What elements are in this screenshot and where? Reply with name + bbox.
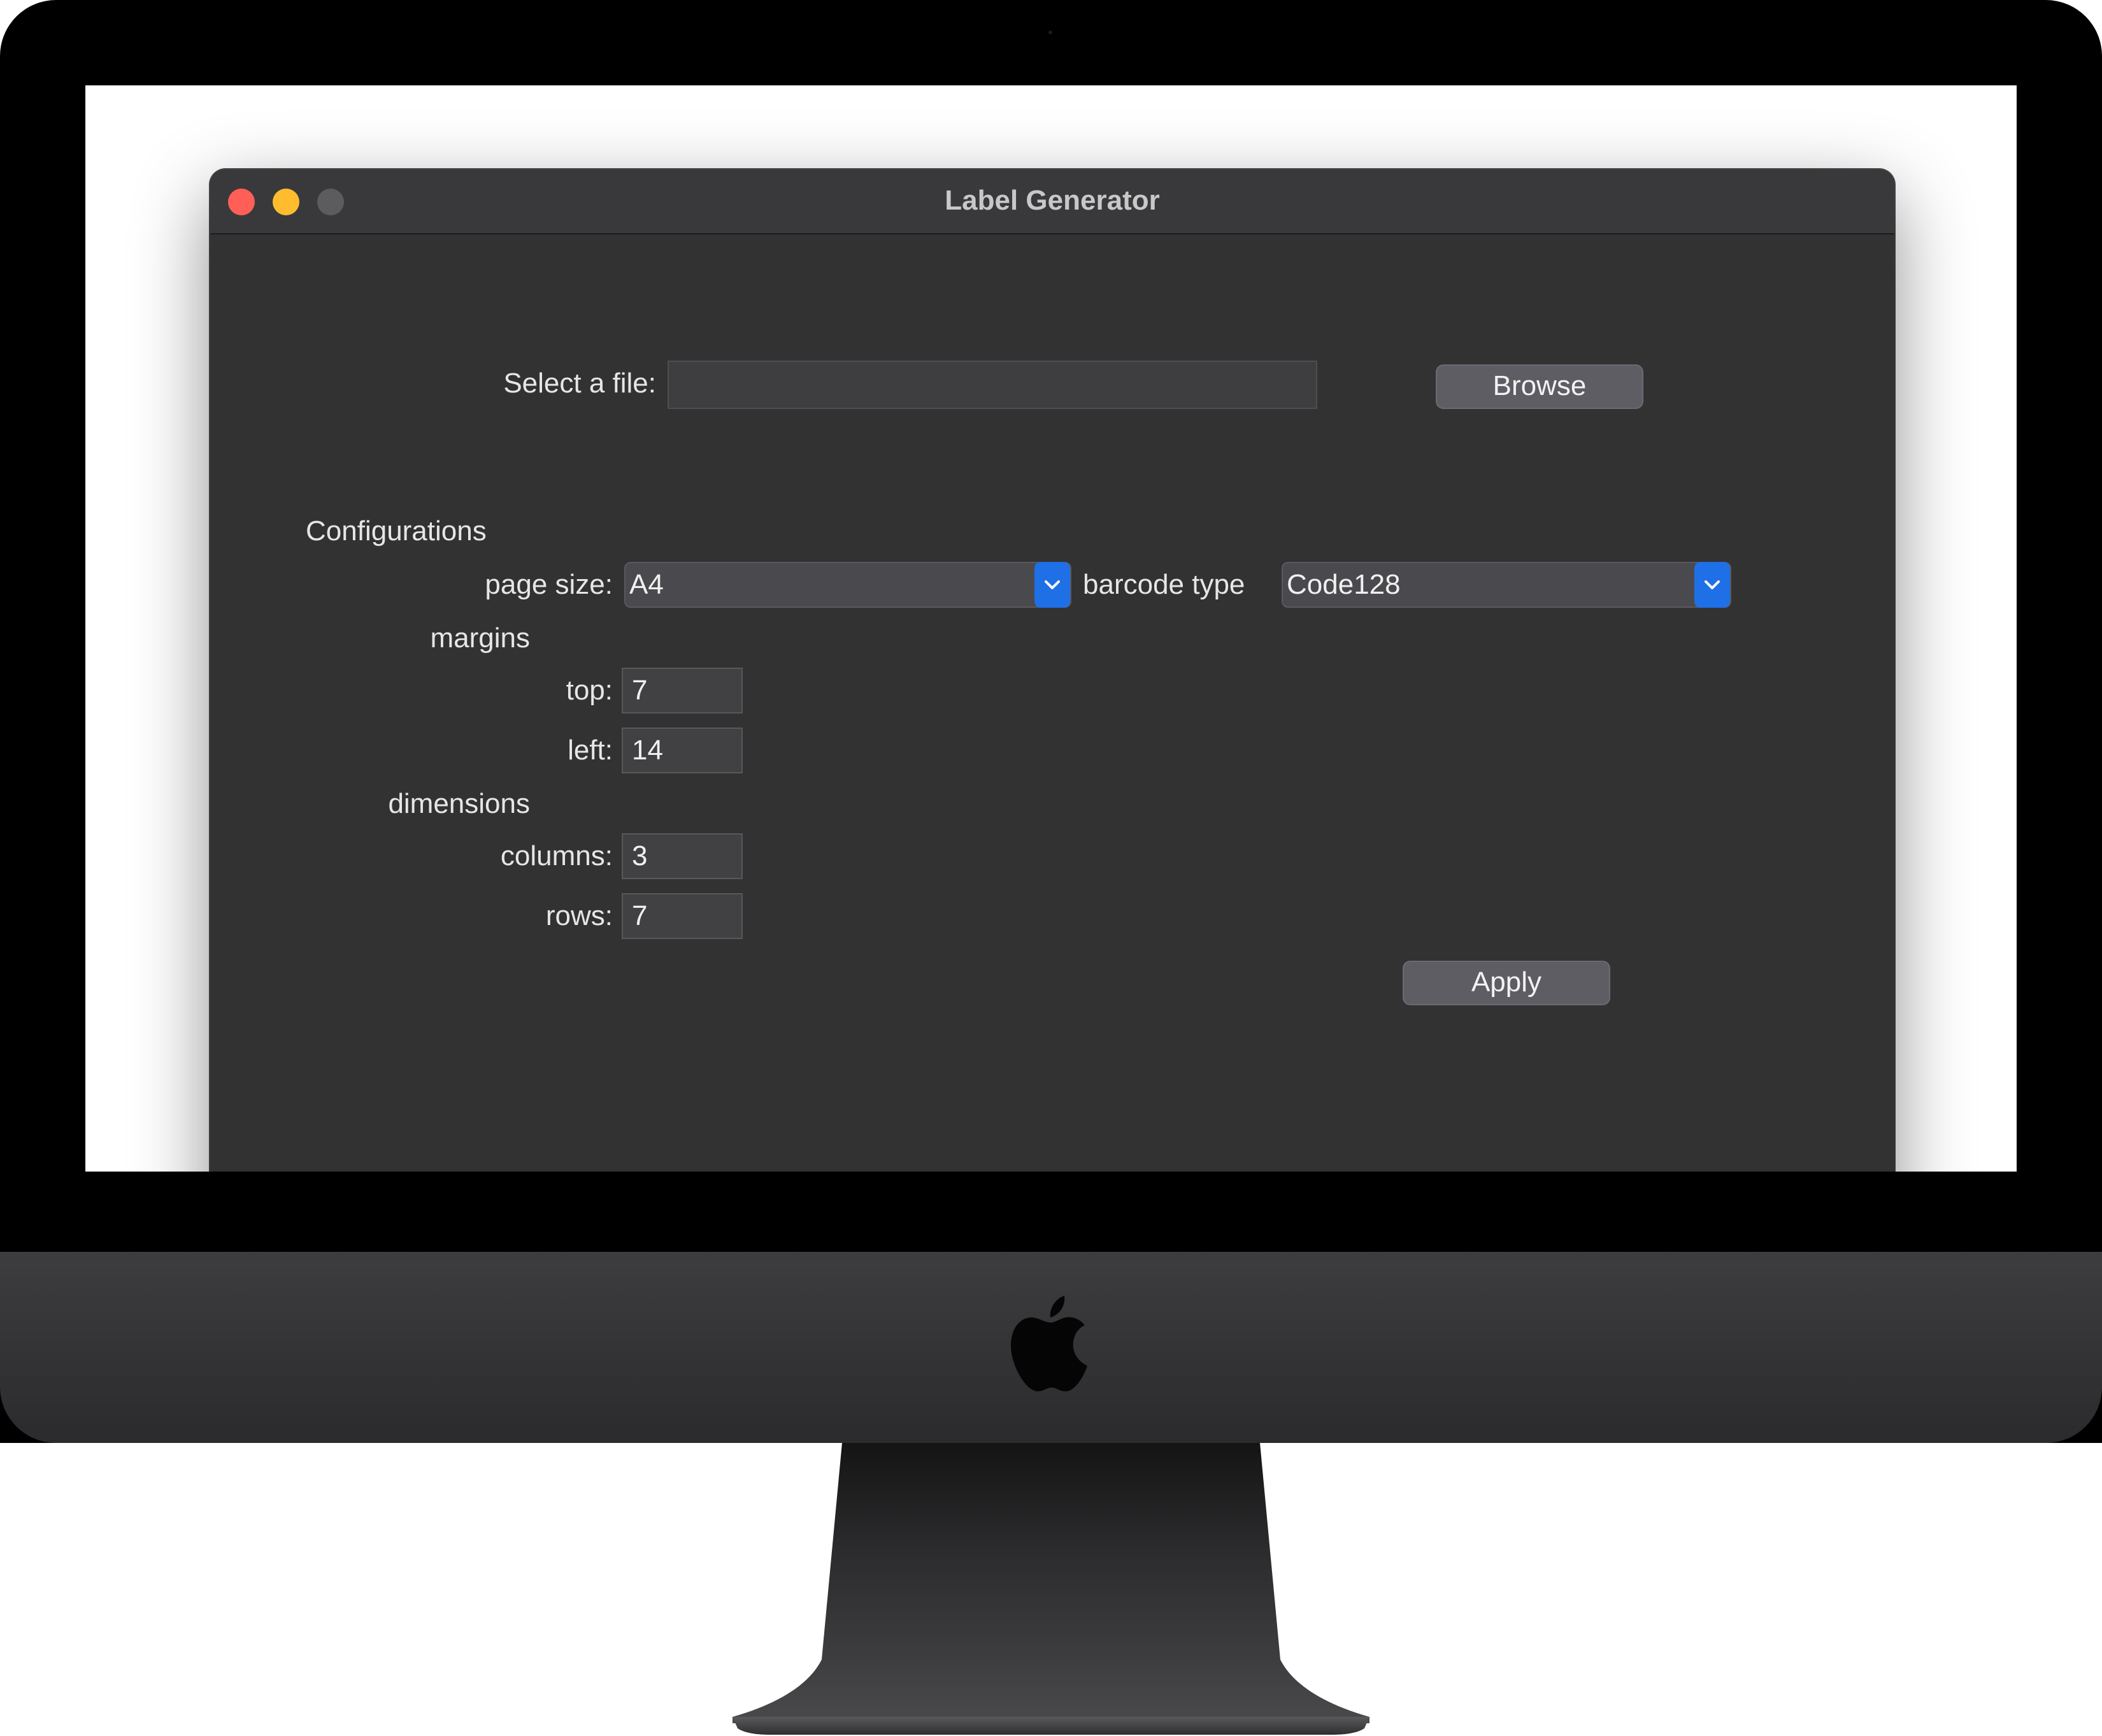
rows-input[interactable]: 7 (622, 893, 743, 939)
page-size-label: page size: (485, 569, 613, 600)
monitor-chin (0, 1252, 2102, 1443)
camera (1048, 31, 1052, 34)
columns-input[interactable]: 3 (622, 833, 743, 879)
columns-label: columns: (500, 840, 613, 872)
chevron-down-icon[interactable] (1694, 562, 1730, 608)
configurations-heading: Configurations (306, 515, 487, 547)
page-size-select[interactable]: A4 (624, 562, 1071, 608)
rows-label: rows: (545, 900, 613, 931)
select-file-label: Select a file: (503, 368, 656, 399)
chevron-down-icon[interactable] (1034, 562, 1070, 608)
file-path-input[interactable] (668, 361, 1317, 409)
barcode-type-label: barcode type (1083, 569, 1245, 600)
app-window: Label Generator Select a file: Browse Co… (210, 169, 1894, 1172)
title-bar[interactable]: Label Generator (210, 169, 1894, 234)
window-title: Label Generator (945, 185, 1160, 216)
dimensions-heading: dimensions (388, 788, 530, 819)
imac-monitor: Label Generator Select a file: Browse Co… (0, 0, 2102, 1443)
window-content: Select a file: Browse Configurations pag… (210, 234, 1894, 1172)
imac-stand (733, 1443, 1369, 1735)
margin-left-label: left: (568, 735, 613, 766)
apply-button[interactable]: Apply (1403, 961, 1610, 1005)
screen: Label Generator Select a file: Browse Co… (85, 85, 2017, 1172)
margin-top-label: top: (566, 675, 613, 706)
page-size-value: A4 (629, 569, 664, 600)
margin-top-input[interactable]: 7 (622, 668, 743, 714)
barcode-type-value: Code128 (1287, 569, 1401, 600)
apple-logo-icon (1011, 1296, 1087, 1391)
browse-button[interactable]: Browse (1436, 364, 1643, 409)
margin-left-input[interactable]: 14 (622, 728, 743, 773)
margins-heading: margins (430, 622, 531, 654)
barcode-type-select[interactable]: Code128 (1282, 562, 1731, 608)
